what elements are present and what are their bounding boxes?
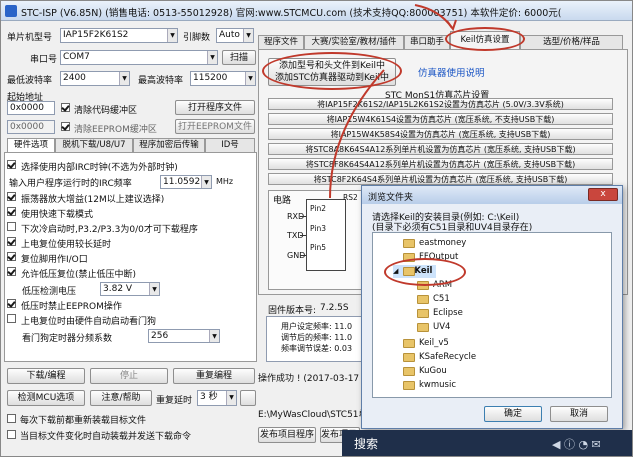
taskbar: 搜索 ◀ ⓘ ◔ ✉ [342, 430, 632, 456]
taskbar-search[interactable]: 搜索 [354, 435, 378, 452]
tray-icons: ◀ ⓘ ◔ ✉ [552, 438, 601, 451]
annotation-arrows [329, 4, 457, 199]
